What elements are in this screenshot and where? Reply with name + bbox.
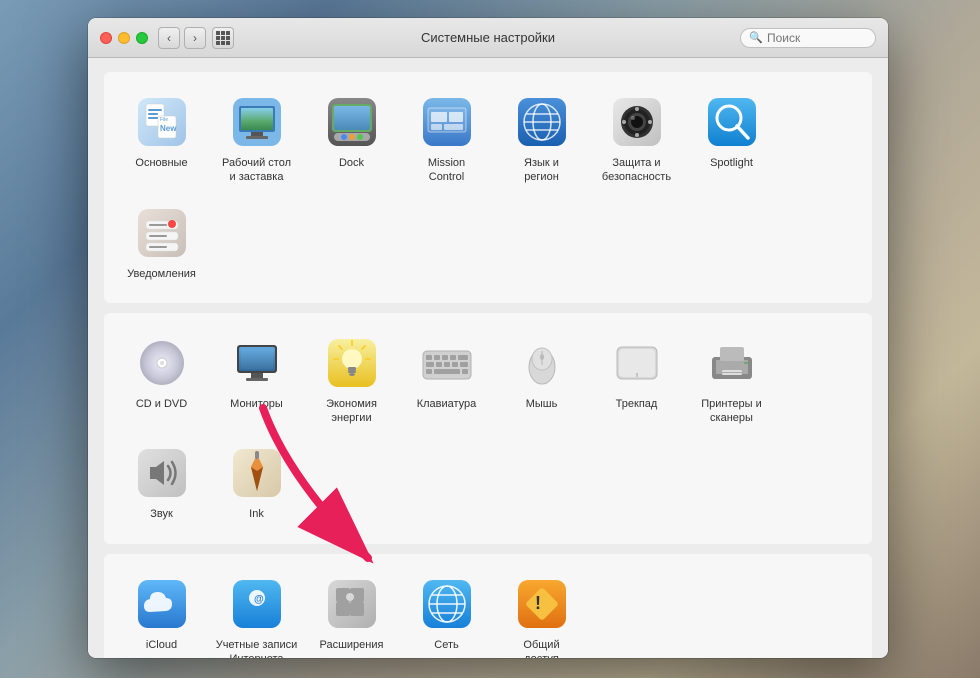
sharing-icon: ! (514, 576, 570, 632)
cddvd-icon (134, 335, 190, 391)
section-personal: New File Основные (104, 72, 872, 303)
pref-energy[interactable]: Экономияэнергии (304, 325, 399, 436)
spotlight-label: Spotlight (710, 156, 753, 170)
section2-grid: CD и DVD (114, 325, 862, 532)
pref-accounts[interactable]: @ Учетные записиИнтернета (209, 566, 304, 658)
network-label: Сеть (434, 638, 458, 652)
icloud-icon (134, 576, 190, 632)
titlebar: ‹ › Системные настройки 🔍 (88, 18, 888, 58)
spotlight-icon (704, 94, 760, 150)
general-icon: New File (134, 94, 190, 150)
pref-cddvd[interactable]: CD и DVD (114, 325, 209, 436)
general-label: Основные (135, 156, 187, 170)
ink-label: Ink (249, 507, 264, 521)
system-preferences-window: ‹ › Системные настройки 🔍 (88, 18, 888, 658)
extensions-icon (324, 576, 380, 632)
sharing-label: Общийдоступ (523, 638, 559, 658)
pref-mouse[interactable]: Мышь (494, 325, 589, 436)
section-internet: iCloud (104, 554, 872, 658)
pref-ink[interactable]: Ink (209, 435, 304, 531)
search-input[interactable] (767, 31, 867, 45)
keyboard-label: Клавиатура (417, 397, 477, 411)
desktop-icon (229, 94, 285, 150)
mouse-icon (514, 335, 570, 391)
icloud-label: iCloud (146, 638, 177, 652)
ink-icon (229, 445, 285, 501)
svg-text:New: New (160, 124, 177, 133)
printers-label: Принтеры исканеры (701, 397, 762, 426)
energy-icon (324, 335, 380, 391)
pref-dock[interactable]: Dock (304, 84, 399, 195)
pref-security[interactable]: Защита ибезопасность (589, 84, 684, 195)
monitors-label: Мониторы (230, 397, 283, 411)
pref-extensions[interactable]: Расширения (304, 566, 399, 658)
pref-general[interactable]: New File Основные (114, 84, 209, 195)
minimize-button[interactable] (118, 32, 130, 44)
keyboard-icon (419, 335, 475, 391)
pref-network[interactable]: Сеть (399, 566, 494, 658)
svg-text:@: @ (254, 594, 264, 605)
printers-icon (704, 335, 760, 391)
section-hardware: CD и DVD (104, 313, 872, 544)
extensions-label: Расширения (320, 638, 384, 652)
traffic-lights (100, 32, 148, 44)
language-label: Язык ирегион (524, 156, 559, 185)
pref-trackpad[interactable]: Трекпад (589, 325, 684, 436)
content-area: New File Основные (88, 58, 888, 658)
section1-grid: New File Основные (114, 84, 862, 291)
dock-icon (324, 94, 380, 150)
pref-printers[interactable]: Принтеры исканеры (684, 325, 779, 436)
section3-grid: iCloud (114, 566, 862, 658)
pref-language[interactable]: Язык ирегион (494, 84, 589, 195)
grid-view-button[interactable] (212, 27, 234, 49)
maximize-button[interactable] (136, 32, 148, 44)
search-box[interactable]: 🔍 (740, 28, 876, 48)
trackpad-label: Трекпад (616, 397, 658, 411)
security-label: Защита ибезопасность (602, 156, 671, 185)
pref-keyboard[interactable]: Клавиатура (399, 325, 494, 436)
language-icon (514, 94, 570, 150)
window-title: Системные настройки (421, 30, 555, 45)
pref-desktop[interactable]: Рабочий столи заставка (209, 84, 304, 195)
pref-sound[interactable]: Звук (114, 435, 209, 531)
mission-label: MissionControl (428, 156, 465, 185)
search-icon: 🔍 (749, 31, 763, 44)
svg-text:File: File (160, 117, 168, 123)
notifications-label: Уведомления (127, 267, 196, 281)
notifications-icon (134, 205, 190, 261)
sound-label: Звук (150, 507, 173, 521)
cddvd-label: CD и DVD (136, 397, 187, 411)
mouse-label: Мышь (526, 397, 558, 411)
pref-spotlight[interactable]: Spotlight (684, 84, 779, 195)
pref-sharing[interactable]: ! Общийдоступ (494, 566, 589, 658)
security-icon (609, 94, 665, 150)
sound-icon (134, 445, 190, 501)
energy-label: Экономияэнергии (326, 397, 377, 426)
dock-label: Dock (339, 156, 364, 170)
pref-mission[interactable]: MissionControl (399, 84, 494, 195)
trackpad-icon (609, 335, 665, 391)
close-button[interactable] (100, 32, 112, 44)
pref-notifications[interactable]: Уведомления (114, 195, 209, 291)
mission-icon (419, 94, 475, 150)
svg-text:!: ! (535, 593, 541, 613)
pref-monitors[interactable]: Мониторы (209, 325, 304, 436)
back-button[interactable]: ‹ (158, 27, 180, 49)
accounts-icon: @ (229, 576, 285, 632)
pref-icloud[interactable]: iCloud (114, 566, 209, 658)
accounts-label: Учетные записиИнтернета (216, 638, 298, 658)
nav-buttons: ‹ › (158, 27, 206, 49)
forward-button[interactable]: › (184, 27, 206, 49)
desktop-label: Рабочий столи заставка (222, 156, 291, 185)
network-icon (419, 576, 475, 632)
monitors-icon (229, 335, 285, 391)
